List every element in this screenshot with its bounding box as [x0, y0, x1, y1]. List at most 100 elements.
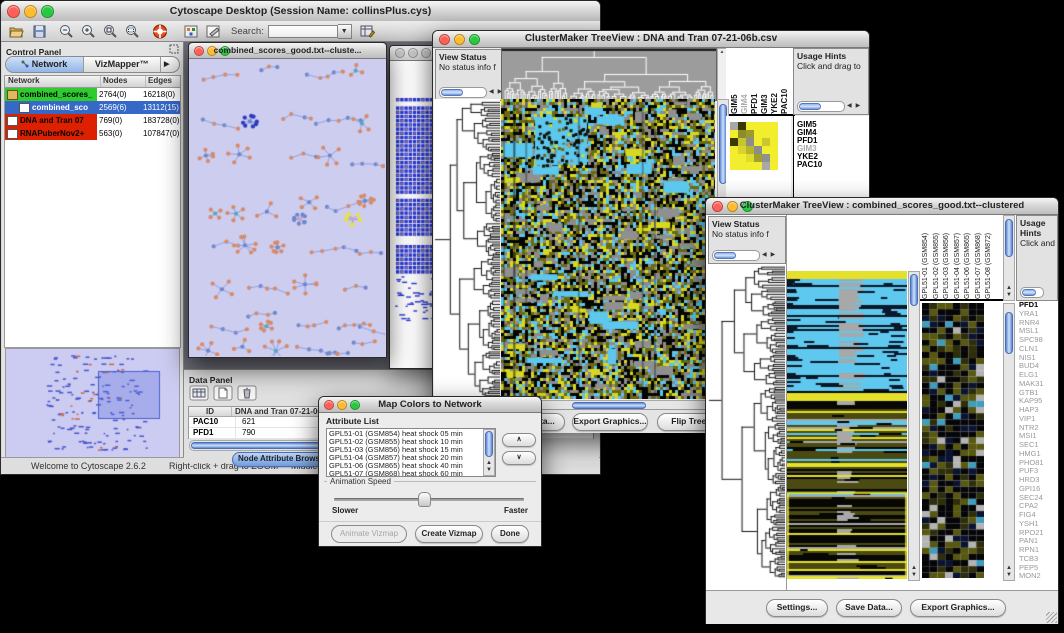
main-titlebar[interactable]: Cytoscape Desktop (Session Name: collins… — [1, 1, 600, 22]
matrix-cell[interactable] — [754, 122, 762, 130]
matrix-cell[interactable] — [730, 146, 738, 154]
annotation-icon[interactable] — [206, 25, 221, 38]
attribute-table-icon[interactable] — [189, 384, 209, 402]
matrix-cell[interactable] — [770, 138, 778, 146]
matrix-cell[interactable] — [738, 154, 746, 162]
help-lifesaver-icon[interactable] — [152, 24, 168, 39]
matrix-cell[interactable] — [746, 122, 754, 130]
float-panel-icon[interactable] — [169, 44, 179, 54]
matrix-cell[interactable] — [738, 138, 746, 146]
network-table-row[interactable]: combined_scores_2764(0)16218(0) — [5, 88, 180, 101]
usage-hints-scrollbar[interactable]: ◀▶ — [797, 101, 862, 112]
dialog-titlebar[interactable]: Map Colors to Network — [319, 397, 541, 413]
matrix-cell[interactable] — [770, 154, 778, 162]
matrix-cell[interactable] — [730, 162, 738, 170]
open-file-icon[interactable] — [9, 25, 24, 38]
matrix-cell[interactable] — [754, 138, 762, 146]
delete-attribute-trash-icon[interactable] — [237, 384, 257, 402]
network-table-row[interactable]: combined_sco2569(6)13112(15) — [5, 101, 180, 114]
matrix-cell[interactable] — [746, 138, 754, 146]
gene-list-item[interactable]: MON2 — [1017, 572, 1057, 581]
zoom-fit-icon[interactable] — [125, 24, 140, 38]
move-up-button[interactable]: ∧ — [502, 433, 536, 447]
resize-grip[interactable] — [1046, 612, 1057, 623]
save-icon[interactable] — [33, 25, 46, 38]
search-input[interactable] — [268, 25, 338, 38]
speed-slider-thumb[interactable] — [418, 492, 431, 507]
matrix-cell[interactable] — [770, 130, 778, 138]
matrix-cell[interactable] — [770, 122, 778, 130]
matrix-cell[interactable] — [754, 154, 762, 162]
network-table-row[interactable]: RNAPuberNov2+563(0)107847(0) — [5, 127, 180, 140]
matrix-cell[interactable] — [746, 154, 754, 162]
matrix-cell[interactable] — [730, 154, 738, 162]
table-edit-icon[interactable] — [360, 24, 375, 38]
move-down-button[interactable]: ∨ — [502, 451, 536, 465]
network-graph-canvas[interactable] — [190, 59, 385, 356]
attribute-list-vscrollbar[interactable]: ▲▼ — [483, 429, 495, 476]
treeview1-array-dendrogram[interactable] — [501, 48, 717, 101]
attribute-list-item[interactable]: GPL51-07 (GSM868) heat shock 60 min — [329, 470, 495, 477]
treeview2-heatmap-vscrollbar[interactable]: ▲▼ — [908, 271, 920, 581]
treeview1-heatmap[interactable] — [501, 99, 715, 399]
network-table-header[interactable]: Network Nodes Edges — [5, 76, 180, 88]
matrix-cell[interactable] — [754, 162, 762, 170]
matrix-cell[interactable] — [746, 146, 754, 154]
treeview1-titlebar[interactable]: ClusterMaker TreeView : DNA and Tran 07-… — [433, 31, 869, 48]
new-attribute-icon[interactable] — [213, 384, 233, 402]
treeview2-gene-list[interactable]: PFD1YRA1RNR4MSL1SPC98CLN1NIS1BUD4ELG1MAK… — [1017, 301, 1057, 582]
matrix-cell[interactable] — [738, 122, 746, 130]
matrix-cell[interactable] — [730, 138, 738, 146]
matrix-cell[interactable] — [738, 146, 746, 154]
zoom-out-icon[interactable] — [59, 24, 74, 38]
tab-overflow-button[interactable]: ▶ — [160, 57, 179, 72]
animate-vizmap-button[interactable]: Animate Vizmap — [331, 525, 407, 543]
matrix-cell[interactable] — [762, 138, 770, 146]
zoom-selected-icon[interactable] — [103, 24, 118, 38]
view-status-scrollbar[interactable]: ◀▶ — [439, 87, 504, 98]
treeview2-gene-dendrogram[interactable] — [708, 264, 785, 580]
network-table-row[interactable]: DNA and Tran 07769(0)183728(0) — [5, 114, 180, 127]
attribute-listbox[interactable]: GPL51-01 (GSM854) heat shock 05 minGPL51… — [326, 428, 496, 477]
matrix-cell[interactable] — [730, 122, 738, 130]
treeview2-heatmap[interactable] — [787, 271, 907, 579]
matrix-cell[interactable] — [762, 146, 770, 154]
matrix-cell[interactable] — [770, 146, 778, 154]
network-overview-panel[interactable] — [5, 348, 180, 460]
treeview1-gene-dendrogram[interactable] — [434, 99, 500, 399]
export-graphics-button[interactable]: Export Graphics... — [572, 413, 648, 431]
network-overview-canvas[interactable] — [6, 349, 179, 457]
create-vizmap-button[interactable]: Create Vizmap — [415, 525, 483, 543]
close-button[interactable] — [395, 48, 405, 58]
save-data-button[interactable]: Save Data... — [836, 599, 902, 617]
matrix-cell[interactable] — [738, 162, 746, 170]
matrix-cell[interactable] — [754, 146, 762, 154]
zoom-window-button[interactable] — [421, 48, 431, 58]
node-attribute-browser-button[interactable]: Node Attribute Brows — [232, 452, 326, 467]
view-status-scrollbar[interactable]: ◀▶ — [712, 250, 777, 261]
zoom-in-icon[interactable] — [81, 24, 96, 38]
treeview2-titlebar[interactable]: ClusterMaker TreeView : combined_scores_… — [706, 198, 1058, 215]
settings-button[interactable]: Settings... — [766, 599, 828, 617]
matrix-cell[interactable] — [770, 162, 778, 170]
matrix-cell[interactable] — [738, 130, 746, 138]
network-window-titlebar[interactable]: combined_scores_good.txt--cluste... — [189, 43, 386, 59]
treeview2-zoom-vscrollbar[interactable]: ▲▼ — [1003, 303, 1015, 581]
tab-vizmapper[interactable]: VizMapper™ — [83, 57, 161, 72]
vizmap-nodes-icon[interactable] — [184, 25, 198, 38]
minimize-button[interactable] — [408, 48, 418, 58]
treeview2-labels-vscrollbar[interactable]: ▲▼ — [1003, 215, 1015, 301]
done-button[interactable]: Done — [491, 525, 529, 543]
matrix-cell[interactable] — [762, 122, 770, 130]
tab-network[interactable]: Network — [6, 57, 83, 72]
usage-hints-scrollbar[interactable] — [1020, 287, 1044, 298]
search-dropdown-button[interactable]: ▼ — [338, 24, 352, 39]
matrix-cell[interactable] — [762, 130, 770, 138]
matrix-cell[interactable] — [754, 130, 762, 138]
matrix-cell[interactable] — [730, 130, 738, 138]
treeview2-zoom-heatmap[interactable] — [922, 303, 984, 578]
export-graphics-button[interactable]: Export Graphics... — [910, 599, 1006, 617]
matrix-cell[interactable] — [746, 130, 754, 138]
matrix-cell[interactable] — [762, 162, 770, 170]
matrix-cell[interactable] — [762, 154, 770, 162]
